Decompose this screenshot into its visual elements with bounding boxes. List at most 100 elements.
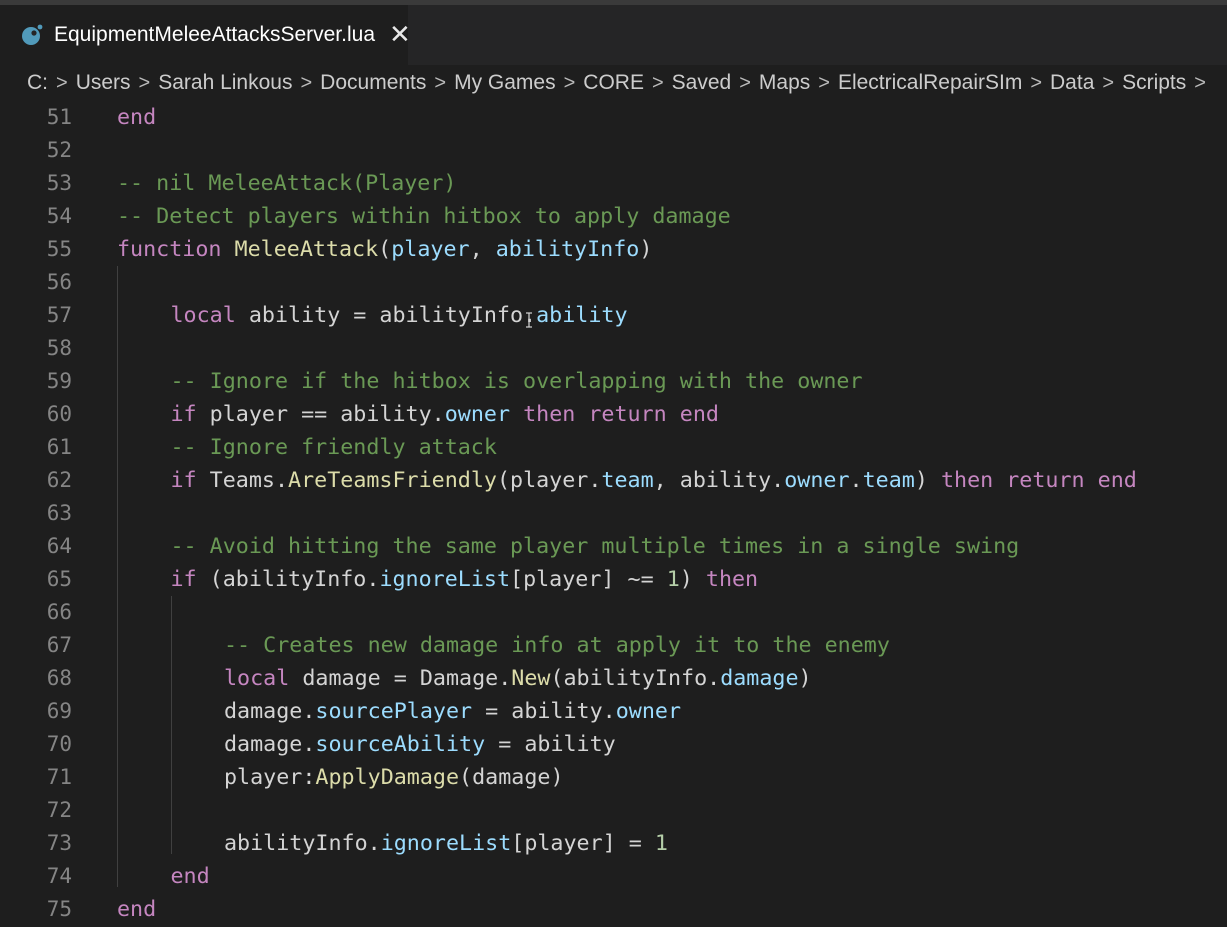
code-line[interactable]: 72 [0, 794, 1227, 827]
code-token: owner [784, 468, 850, 493]
code-token: player: [224, 765, 316, 790]
code-token: end [117, 105, 157, 130]
code-token: MeleeAttack [234, 237, 379, 262]
close-icon[interactable]: ✕ [389, 22, 411, 48]
code-line[interactable]: 55 function MeleeAttack(player, abilityIn… [0, 233, 1227, 266]
code-token: if [170, 402, 197, 427]
code-token: end [1097, 468, 1137, 493]
breadcrumb-item[interactable]: Maps [759, 71, 810, 95]
line-number: 56 [46, 270, 72, 294]
code-text: -- Creates new damage info at apply it t… [224, 629, 890, 662]
code-token: end [170, 864, 210, 889]
chevron-right-icon: > [434, 71, 447, 94]
code-line[interactable]: 71 player:ApplyDamage(damage) [0, 761, 1227, 794]
code-line[interactable]: 75 end [0, 893, 1227, 926]
code-token: then [940, 468, 994, 493]
code-editor[interactable]: 51 end 52 53 -- nil MeleeAttack(Player) 54 -- … [0, 101, 1227, 927]
code-text: end [171, 860, 210, 893]
line-number: 73 [46, 831, 72, 855]
code-token: . [849, 468, 863, 493]
code-token: abilityInfo. [224, 831, 381, 856]
code-token: -- Creates new damage info at apply it t… [224, 633, 890, 658]
line-number: 62 [46, 468, 72, 492]
line-number: 74 [46, 864, 72, 888]
code-line[interactable]: 60 if player == ability.owner then return… [0, 398, 1227, 431]
code-token: 1 [654, 831, 668, 856]
code-line[interactable]: 67 -- Creates new damage info at apply it… [0, 629, 1227, 662]
code-token: player [391, 237, 470, 262]
code-line[interactable]: 73 abilityInfo.ignoreList[player] = 1 [0, 827, 1227, 860]
code-line[interactable]: 70 damage.sourceAbility = ability [0, 728, 1227, 761]
code-line[interactable]: 53 -- nil MeleeAttack(Player) [0, 167, 1227, 200]
breadcrumb-item[interactable]: ElectricalRepairSIm [838, 71, 1022, 95]
code-text: abilityInfo.ignoreList[player] = 1 [224, 827, 668, 860]
code-line[interactable]: 52 [0, 134, 1227, 167]
code-line[interactable]: 62 if Teams.AreTeamsFriendly(player.team,… [0, 464, 1227, 497]
code-token: damage = Damage. [289, 666, 512, 691]
breadcrumb-item[interactable]: My Games [454, 71, 556, 95]
line-number: 71 [46, 765, 72, 789]
code-line[interactable]: 56 [0, 266, 1227, 299]
code-text: function MeleeAttack(player, abilityInfo… [117, 233, 652, 266]
code-line[interactable]: 65 if (abilityInfo.ignoreList[player] ~= … [0, 563, 1227, 596]
breadcrumb-item[interactable]: Users [76, 71, 131, 95]
line-number: 67 [46, 633, 72, 657]
code-token: ignoreList [380, 831, 512, 856]
code-token: player == ability. [196, 402, 445, 427]
code-line[interactable]: 74 end [0, 860, 1227, 893]
code-line[interactable]: 57 local ability = abilityInfo.ability [0, 299, 1227, 332]
editor-tab-bar: EquipmentMeleeAttacksServer.lua ✕ [0, 5, 1227, 65]
line-number: 66 [46, 600, 72, 624]
code-token: Teams. [196, 468, 289, 493]
line-number: 57 [46, 303, 72, 327]
code-token: owner [615, 699, 682, 724]
code-token: return [588, 402, 667, 427]
code-token: [player] ~= [510, 567, 667, 592]
breadcrumb-item[interactable]: Saved [672, 71, 732, 95]
chevron-right-icon: > [1102, 71, 1115, 94]
chevron-right-icon: > [563, 71, 576, 94]
breadcrumb-item[interactable]: Sarah Linkous [158, 71, 292, 95]
code-line[interactable]: 59 -- Ignore if the hitbox is overlapping… [0, 365, 1227, 398]
code-line[interactable]: 58 [0, 332, 1227, 365]
code-line[interactable]: 68 local damage = Damage.New(abilityInfo.… [0, 662, 1227, 695]
code-token: end [117, 897, 157, 922]
code-token: sourceAbility [315, 732, 486, 757]
code-line[interactable]: 66 [0, 596, 1227, 629]
code-token: ability [536, 303, 628, 328]
code-text: end [117, 101, 156, 134]
chevron-right-icon: > [651, 71, 664, 94]
code-token: team [601, 468, 654, 493]
tab-equipment-melee-attacks-server[interactable]: EquipmentMeleeAttacksServer.lua ✕ [0, 5, 411, 65]
code-text: if (abilityInfo.ignoreList[player] ~= 1)… [171, 563, 759, 596]
chevron-right-icon: > [818, 71, 830, 94]
code-line[interactable]: 54 -- Detect players within hitbox to app… [0, 200, 1227, 233]
breadcrumb-item[interactable]: Data [1050, 71, 1094, 95]
chevron-right-icon: > [56, 71, 68, 94]
code-line[interactable]: 51 end [0, 101, 1227, 134]
breadcrumb-item[interactable]: Documents [320, 71, 426, 95]
code-line[interactable]: 69 damage.sourcePlayer = ability.owner [0, 695, 1227, 728]
line-number: 54 [46, 204, 72, 228]
code-token: AreTeamsFriendly [288, 468, 497, 493]
code-line[interactable]: 64 -- Avoid hitting the same player multi… [0, 530, 1227, 563]
code-line[interactable]: 63 [0, 497, 1227, 530]
code-token: if [170, 468, 197, 493]
code-token: 1 [666, 567, 680, 592]
code-token: [player] = [511, 831, 655, 856]
line-number: 68 [46, 666, 72, 690]
code-text: local ability = abilityInfo.ability [171, 299, 628, 332]
line-number: 72 [46, 798, 72, 822]
breadcrumb-item[interactable]: C: [27, 71, 48, 95]
code-line[interactable]: 61 -- Ignore friendly attack [0, 431, 1227, 464]
code-token: -- Avoid hitting the same player multipl… [170, 534, 1020, 559]
breadcrumb-item[interactable]: CORE [583, 71, 644, 95]
code-text: local damage = Damage.New(abilityInfo.da… [224, 662, 812, 695]
line-number: 65 [46, 567, 72, 591]
code-token: sourcePlayer [315, 699, 473, 724]
breadcrumb-item[interactable]: Scripts [1122, 71, 1186, 95]
tab-title: EquipmentMeleeAttacksServer.lua [54, 23, 375, 46]
